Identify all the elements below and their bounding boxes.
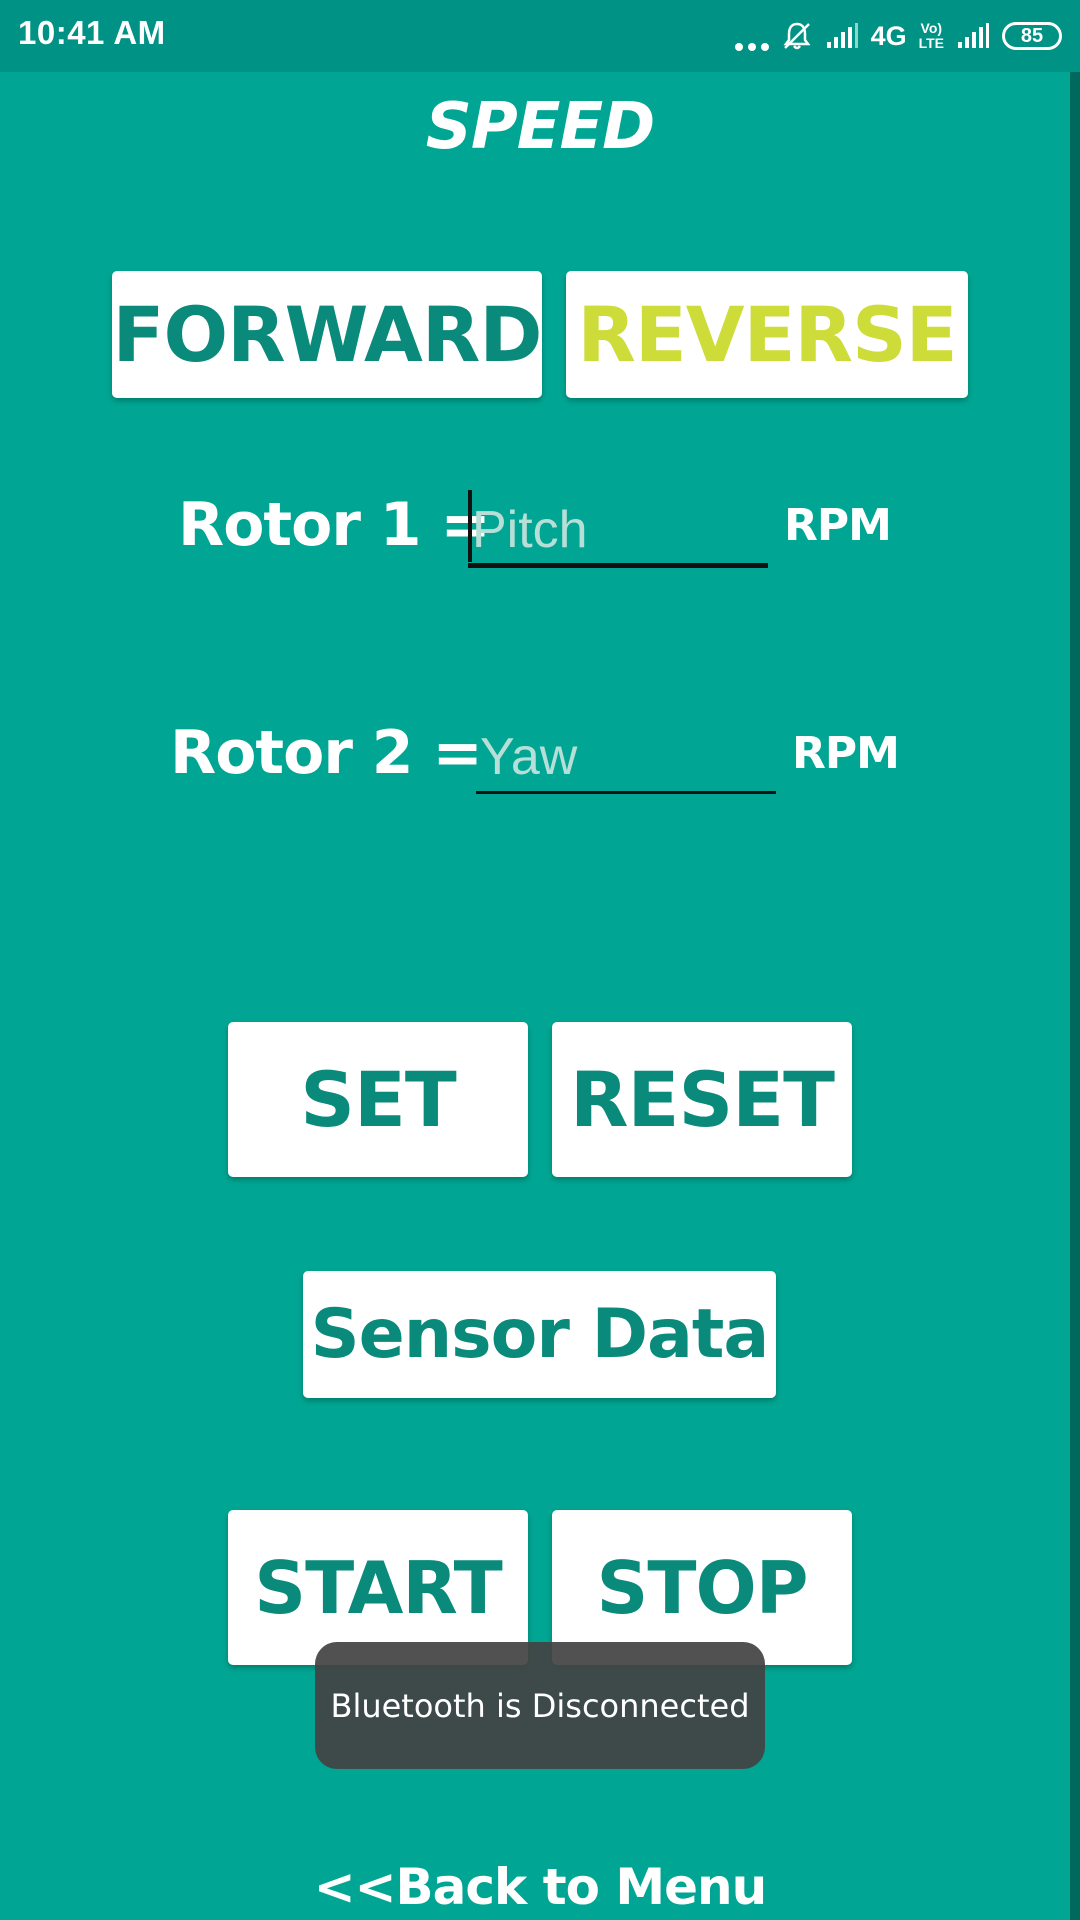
sensor-data-button[interactable]: Sensor Data xyxy=(303,1271,776,1398)
set-button[interactable]: SET xyxy=(228,1022,528,1177)
volte-icon: Vo) LTE xyxy=(918,20,944,51)
rotor1-label: Rotor 1 = xyxy=(178,490,491,560)
more-dots-icon xyxy=(734,21,769,51)
page-title: SPEED xyxy=(425,90,656,164)
rotor1-unit: RPM xyxy=(784,500,892,551)
scroll-edge xyxy=(1070,72,1080,1920)
battery-icon: 85 xyxy=(1002,22,1062,50)
speed-screen: 10:41 AM 4G Vo) LTE 85 SPEED FORWARD REV… xyxy=(0,0,1080,1920)
back-to-menu-link[interactable]: <<Back to Menu xyxy=(0,1858,1080,1916)
network-type: 4G xyxy=(870,20,907,51)
bluetooth-toast: Bluetooth is Disconnected xyxy=(315,1642,765,1769)
status-bar: 10:41 AM 4G Vo) LTE 85 xyxy=(0,0,1080,72)
signal-icon-2 xyxy=(958,23,989,48)
battery-level: 85 xyxy=(1020,24,1044,47)
silent-bell-icon xyxy=(783,22,811,50)
text-cursor xyxy=(468,490,472,562)
reverse-button[interactable]: REVERSE xyxy=(566,271,968,398)
rotor2-label: Rotor 2 = xyxy=(170,718,483,788)
status-icons: 4G Vo) LTE 85 xyxy=(734,18,1062,54)
toast-message: Bluetooth is Disconnected xyxy=(330,1686,750,1725)
rotor2-yaw-input[interactable] xyxy=(476,722,776,794)
signal-icon xyxy=(826,23,858,48)
rotor1-pitch-input[interactable] xyxy=(468,496,768,568)
rotor2-unit: RPM xyxy=(792,728,900,779)
forward-button[interactable]: FORWARD xyxy=(112,271,542,398)
reset-button[interactable]: RESET xyxy=(552,1022,852,1177)
status-time: 10:41 AM xyxy=(18,14,166,51)
